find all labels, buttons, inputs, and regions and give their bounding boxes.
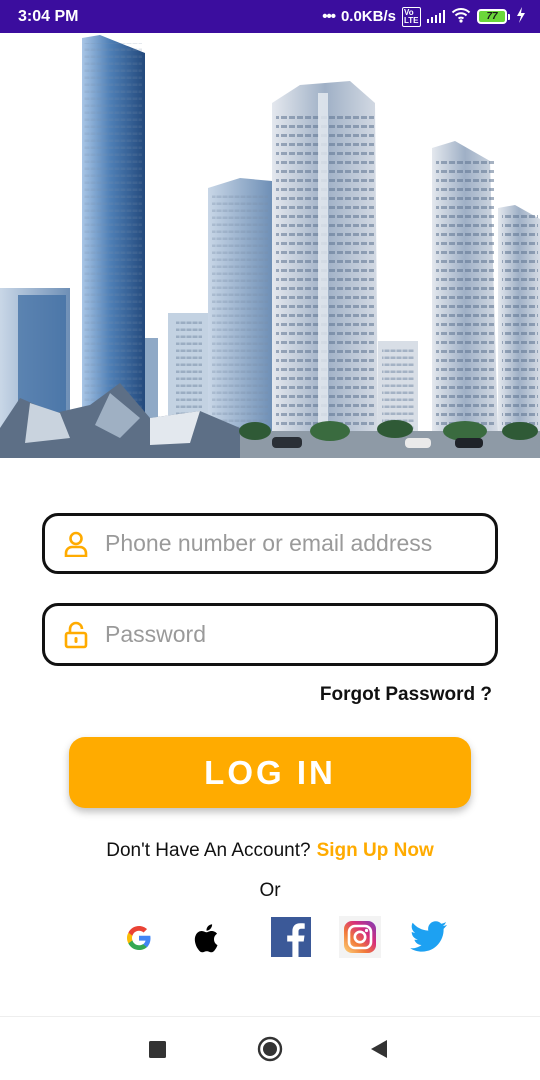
- battery-level: 77: [477, 9, 507, 24]
- network-speed: 0.0KB/s: [340, 8, 396, 25]
- padlock-icon: [61, 620, 91, 650]
- login-button[interactable]: LOG IN: [69, 737, 471, 808]
- user-icon: [61, 529, 91, 559]
- back-triangle-icon[interactable]: [370, 1039, 388, 1064]
- google-icon[interactable]: [120, 916, 158, 960]
- charging-icon: [516, 6, 526, 27]
- wifi-icon: [451, 7, 471, 27]
- password-field[interactable]: [42, 603, 498, 666]
- status-bar: 3:04 PM ••• 0.0KB/s Vo LTE 77: [0, 0, 540, 33]
- hero-skyline-image: [0, 33, 540, 458]
- battery-icon: 77: [477, 9, 510, 24]
- status-time: 3:04 PM: [18, 7, 79, 25]
- system-navigation-bar: [0, 1016, 540, 1080]
- instagram-icon[interactable]: [339, 916, 381, 958]
- signup-link[interactable]: Sign Up Now: [317, 840, 434, 861]
- apple-icon[interactable]: [188, 916, 228, 960]
- identifier-field[interactable]: [42, 513, 498, 574]
- home-circle-icon[interactable]: [257, 1036, 283, 1067]
- city-skyline-illustration: [0, 35, 540, 458]
- password-input[interactable]: [105, 621, 465, 648]
- forgot-password-link[interactable]: Forgot Password ?: [320, 684, 492, 706]
- volte-icon: Vo LTE: [401, 6, 421, 27]
- more-dots-icon: •••: [322, 8, 336, 25]
- status-icons: ••• 0.0KB/s Vo LTE 77: [322, 6, 526, 27]
- recents-square-icon[interactable]: [149, 1041, 166, 1063]
- twitter-icon[interactable]: [408, 916, 450, 958]
- signup-row: Don't Have An Account? Sign Up Now: [0, 840, 540, 862]
- signal-icon: [426, 10, 445, 23]
- identifier-input[interactable]: [105, 530, 465, 557]
- or-divider-label: Or: [259, 880, 281, 901]
- signup-prompt: Don't Have An Account?: [106, 840, 311, 861]
- facebook-icon[interactable]: [270, 916, 312, 958]
